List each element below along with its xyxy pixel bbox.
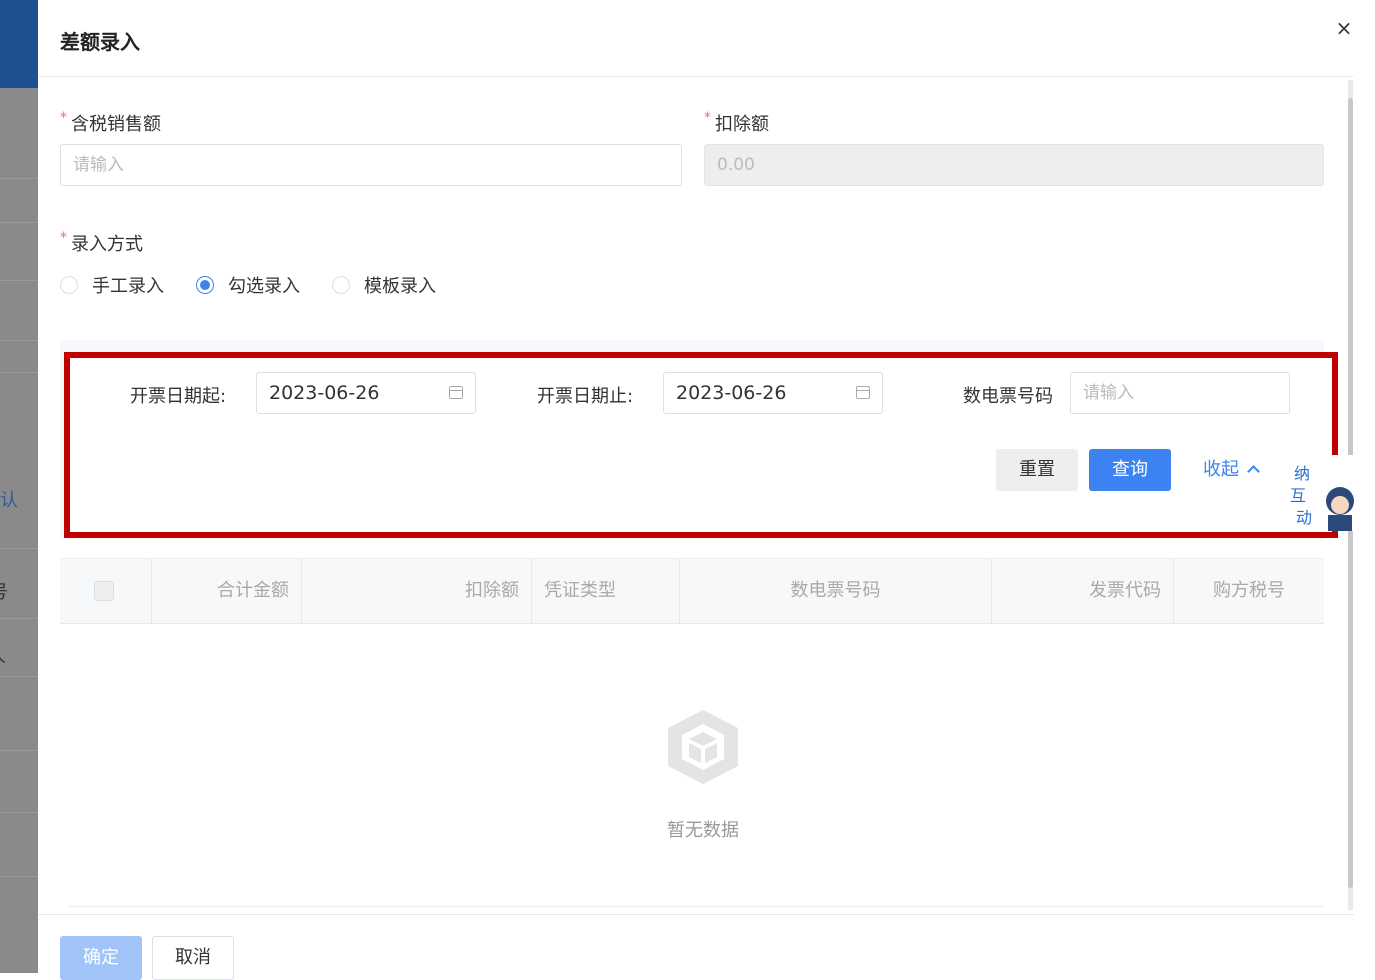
svg-text:动: 动 [1296, 508, 1312, 527]
table-header: 合计金额 扣除额 凭证类型 数电票号码 发票代码 购方税号 [60, 558, 1324, 624]
cancel-button[interactable]: 取消 [152, 936, 234, 980]
sales-amount-label: * 含税销售额 [60, 110, 161, 135]
column-invoice-code: 发票代码 [992, 559, 1174, 623]
background-text-fragment: 号 [0, 578, 8, 604]
deduction-input: 0.00 [704, 144, 1324, 186]
sales-amount-input[interactable]: 请输入 [60, 144, 682, 186]
required-mark: * [60, 110, 67, 126]
background-header [0, 0, 38, 88]
radio-circle[interactable] [60, 276, 78, 294]
radio-circle[interactable] [196, 276, 214, 294]
column-deduction: 扣除额 [302, 559, 532, 623]
invoice-date-end-picker[interactable]: 2023-06-26 [663, 372, 883, 414]
confirm-button[interactable]: 确定 [60, 936, 142, 980]
collapse-link[interactable]: 收起 [1203, 449, 1260, 491]
calendar-icon[interactable] [856, 386, 870, 399]
select-all-checkbox[interactable] [94, 581, 114, 601]
empty-data-text: 暂无数据 [667, 820, 739, 841]
column-total-amount: 合计金额 [152, 559, 302, 623]
close-icon[interactable]: × [1332, 16, 1356, 40]
calendar-icon[interactable] [449, 386, 463, 399]
chevron-up-icon [1247, 465, 1260, 478]
title-divider [38, 76, 1354, 77]
table-bottom-divider [68, 906, 1324, 907]
svg-text:互: 互 [1290, 486, 1306, 505]
invoice-date-start-value: 2023-06-26 [269, 382, 380, 404]
column-buyer-tax-id: 购方税号 [1213, 580, 1285, 601]
radio-select-entry[interactable]: 勾选录入 [196, 272, 300, 298]
deduction-label: * 扣除额 [704, 110, 769, 135]
radio-circle[interactable] [332, 276, 350, 294]
empty-data-icon [668, 710, 738, 784]
invoice-number-input[interactable]: 请输入 [1070, 372, 1290, 414]
column-voucher-type: 凭证类型 [532, 559, 680, 623]
query-button[interactable]: 查询 [1089, 449, 1171, 491]
background-text-fragment: 人 [0, 642, 6, 668]
invoice-number-label: 数电票号码 [963, 386, 1053, 407]
background-app: 认 号 人 [0, 0, 38, 973]
radio-template-entry[interactable]: 模板录入 [332, 272, 436, 298]
mascot-text: 纳 [1294, 464, 1310, 483]
entry-mode-radio-group: 手工录入 勾选录入 模板录入 [60, 272, 468, 298]
required-mark: * [60, 230, 67, 246]
invoice-date-start-picker[interactable]: 2023-06-26 [256, 372, 476, 414]
reset-button[interactable]: 重置 [996, 449, 1078, 491]
footer-divider [38, 914, 1354, 915]
background-text-fragment: 认 [0, 490, 18, 511]
difference-entry-dialog: 差额录入 × * 含税销售额 请输入 * 扣除额 0.00 * 录入方式 手工录入 勾… [38, 0, 1356, 980]
required-mark: * [704, 110, 711, 126]
invoice-date-end-label: 开票日期止: [537, 386, 634, 407]
assistant-mascot-icon[interactable]: 纳 互 动 [1288, 455, 1354, 531]
radio-manual-entry[interactable]: 手工录入 [60, 272, 164, 298]
entry-mode-label: * 录入方式 [60, 230, 143, 255]
invoice-date-end-value: 2023-06-26 [676, 382, 787, 404]
invoice-date-start-label: 开票日期起: [130, 386, 227, 407]
dialog-title: 差额录入 [60, 30, 140, 54]
column-invoice-number: 数电票号码 [680, 559, 992, 623]
